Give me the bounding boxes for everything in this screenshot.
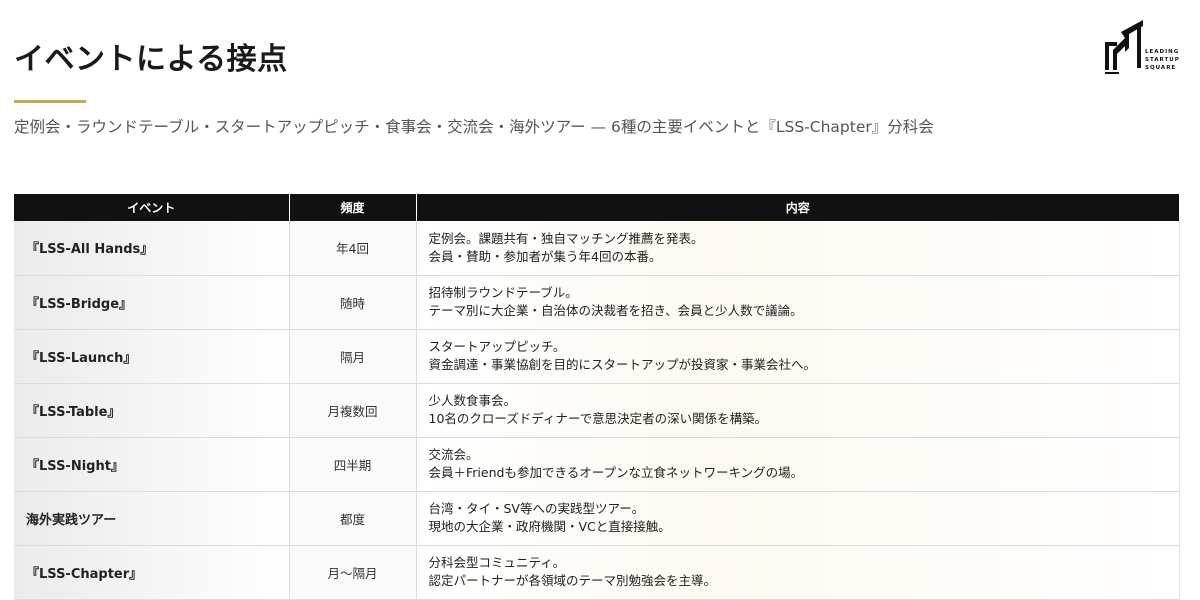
event-frequency: 隔月 [289,329,417,384]
event-description: 分科会型コミュニティ。 認定パートナーが各領域のテーマ別勉強会を主導。 [416,545,1180,600]
table-row: 『LSS-Launch』 隔月 スタートアップピッチ。 資金調達・事業協創を目的… [14,329,1180,384]
lss-logo: LEADING STARTUP SQUARE [1103,18,1185,78]
event-description: 少人数食事会。 10名のクローズドディナーで意思決定者の深い関係を構築。 [416,383,1180,438]
event-frequency: 四半期 [289,437,417,492]
event-description: 台湾・タイ・SV等への実践型ツアー。 現地の大企業・政府機関・VCと直接接触。 [416,491,1180,546]
table-row: 海外実践ツアー 都度 台湾・タイ・SV等への実践型ツアー。 現地の大企業・政府機… [14,491,1180,546]
table-row: 『LSS-Table』 月複数回 少人数食事会。 10名のクローズドディナーで意… [14,383,1180,438]
column-header-event: イベント [14,194,290,221]
table-row: 『LSS-Chapter』 月〜隔月 分科会型コミュニティ。 認定パートナーが各… [14,545,1180,600]
events-table: イベント 頻度 内容 『LSS-All Hands』 年4回 定例会。課題共有・… [14,194,1180,600]
column-header-content: 内容 [416,194,1179,221]
table-row: 『LSS-All Hands』 年4回 定例会。課題共有・独自マッチング推薦を発… [14,221,1180,276]
event-frequency: 月〜隔月 [289,545,417,600]
event-name: 『LSS-Night』 [14,437,290,492]
lss-logo-icon [1105,20,1143,74]
event-name: 『LSS-All Hands』 [14,221,290,276]
title-underline [14,100,86,103]
event-frequency: 月複数回 [289,383,417,438]
event-description: スタートアップピッチ。 資金調達・事業協創を目的にスタートアップが投資家・事業会… [416,329,1180,384]
page-title: イベントによる接点 [14,42,288,77]
event-description: 招待制ラウンドテーブル。 テーマ別に大企業・自治体の決裁者を招き、会員と少人数で… [416,275,1180,330]
event-frequency: 都度 [289,491,417,546]
event-frequency: 年4回 [289,221,417,276]
event-name: 『LSS-Table』 [14,383,290,438]
table-row: 『LSS-Bridge』 随時 招待制ラウンドテーブル。 テーマ別に大企業・自治… [14,275,1180,330]
event-name: 『LSS-Launch』 [14,329,290,384]
table-header-row: イベント 頻度 内容 [14,194,1179,221]
event-name: 『LSS-Bridge』 [14,275,290,330]
event-description: 交流会。 会員＋Friendも参加できるオープンな立食ネットワーキングの場。 [416,437,1180,492]
event-description: 定例会。課題共有・独自マッチング推薦を発表。 会員・賛助・参加者が集う年4回の本… [416,221,1180,276]
lss-logo-text: LEADING STARTUP SQUARE [1145,49,1180,71]
event-name: 海外実践ツアー [14,491,290,546]
event-frequency: 随時 [289,275,417,330]
page-subtitle: 定例会・ラウンドテーブル・スタートアップピッチ・食事会・交流会・海外ツアー — … [14,118,934,136]
event-name: 『LSS-Chapter』 [14,545,290,600]
table-row: 『LSS-Night』 四半期 交流会。 会員＋Friendも参加できるオープン… [14,437,1180,492]
column-header-frequency: 頻度 [289,194,417,221]
